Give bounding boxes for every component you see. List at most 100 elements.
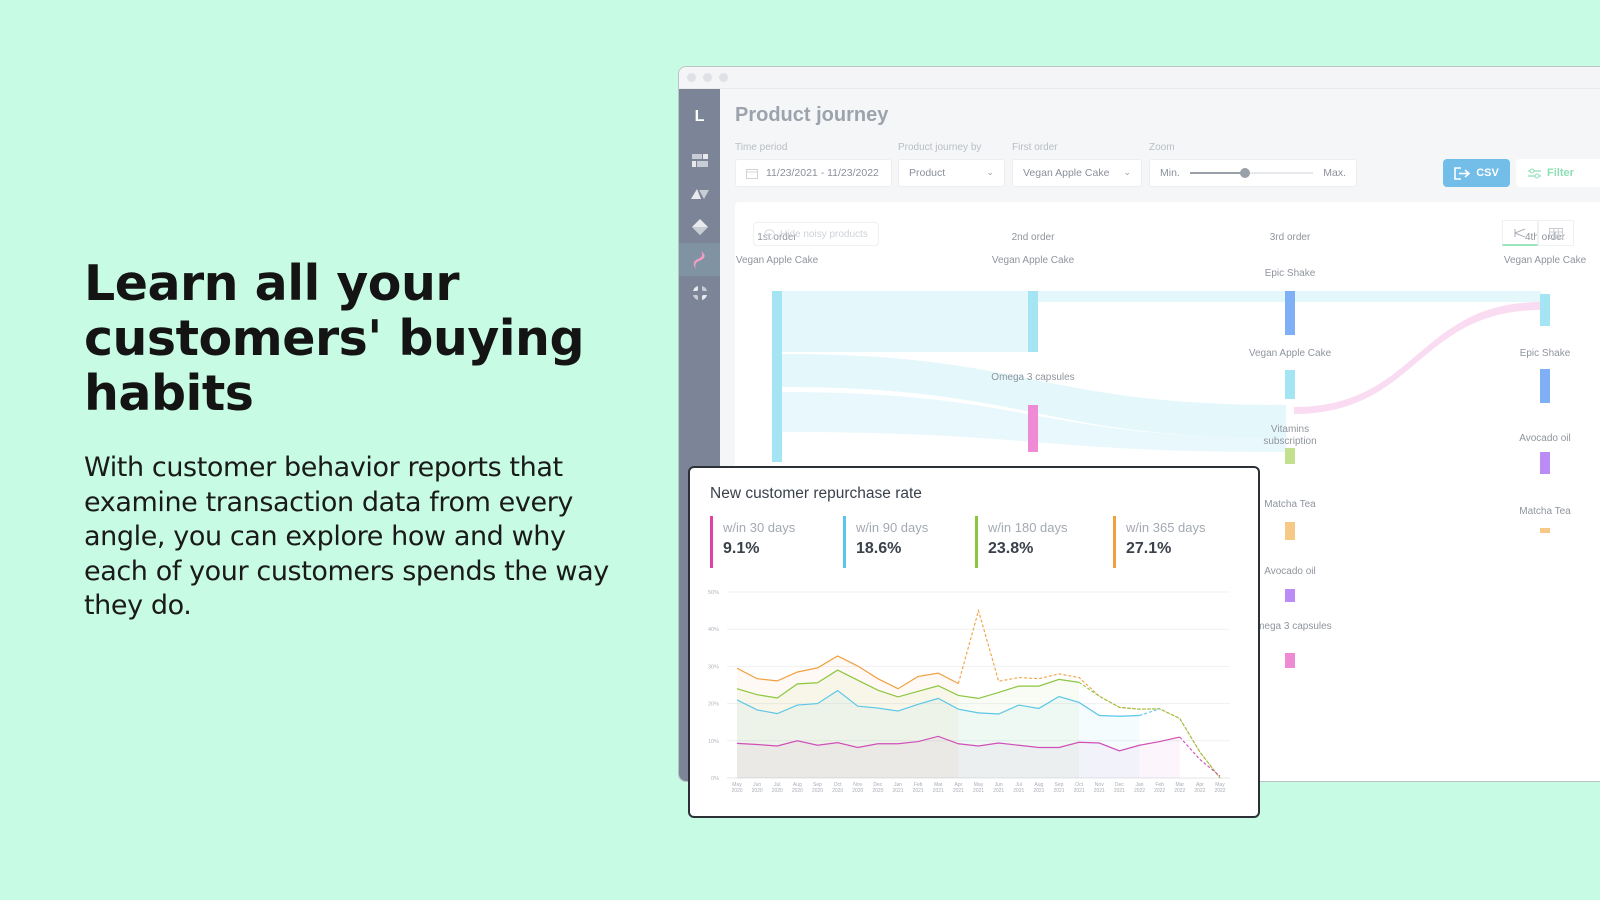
sankey-node[interactable] — [1028, 405, 1038, 452]
hero: Learn all your customers' buying habits … — [84, 256, 624, 624]
x-tick-label: 2021 — [1074, 788, 1085, 794]
filter-sliders-icon — [1528, 168, 1541, 178]
sankey-node-label: Omega 3 capsules — [991, 372, 1075, 383]
sankey-node[interactable] — [1285, 370, 1295, 399]
sankey-node[interactable] — [1285, 653, 1295, 668]
sankey-flow[interactable] — [781, 291, 1029, 352]
minus-circle-icon — [764, 228, 775, 240]
x-tick-label: 2021 — [993, 788, 1004, 794]
window-titlebar — [679, 67, 1600, 89]
journey-by-label: Product journey by — [898, 142, 982, 153]
journey-by-select[interactable]: Product ⌄ — [898, 159, 1005, 187]
sankey-node[interactable] — [1285, 291, 1295, 335]
sankey-node-label: Matcha Tea — [1519, 506, 1571, 517]
sankey-node-label: Vegan Apple Cake — [735, 255, 819, 266]
x-tick-label: 2020 — [852, 788, 863, 794]
table-icon — [1549, 227, 1563, 239]
calendar-icon — [746, 168, 758, 179]
y-tick-label: 50% — [708, 590, 719, 596]
sankey-node[interactable] — [772, 291, 782, 462]
x-tick-label: 2021 — [933, 788, 944, 794]
x-tick-label: 2021 — [1114, 788, 1125, 794]
sankey-node[interactable] — [1285, 522, 1295, 540]
sidebar-item-products[interactable] — [679, 210, 720, 243]
sankey-node-label: Epic Shake — [1264, 268, 1316, 279]
time-period-picker[interactable]: 11/23/2021 - 11/23/2022 — [735, 159, 892, 187]
journey-icon — [693, 250, 705, 269]
card-title: New customer repurchase rate — [710, 485, 922, 502]
hero-title: Learn all your customers' buying habits — [84, 255, 585, 422]
flow-icon — [1514, 228, 1526, 237]
sankey-node[interactable] — [1540, 528, 1550, 533]
metric-label: w/in 30 days — [723, 520, 796, 535]
sankey-column-label: 2nd order — [1011, 232, 1055, 243]
first-order-select[interactable]: Vegan Apple Cake ⌄ — [1012, 159, 1142, 187]
metric-value: 23.8% — [988, 540, 1034, 557]
window-minimize-dot[interactable] — [703, 73, 712, 82]
zoom-slider[interactable] — [1189, 168, 1314, 178]
hide-noisy-label: Hide noisy products — [780, 228, 868, 240]
sankey-node[interactable] — [1540, 294, 1550, 326]
sankey-node[interactable] — [1285, 589, 1295, 602]
hide-noisy-products-button[interactable]: Hide noisy products — [753, 222, 879, 246]
csv-export-button[interactable]: CSV — [1443, 159, 1510, 187]
filter-button-label: Filter — [1547, 167, 1574, 179]
x-tick-label: 2021 — [973, 788, 984, 794]
sankey-node[interactable] — [1028, 291, 1038, 352]
x-tick-label: 2020 — [812, 788, 823, 794]
dashboard-icon — [691, 153, 708, 167]
x-tick-label: 2020 — [872, 788, 883, 794]
sankey-column-label: 3rd order — [1269, 232, 1311, 243]
metric-value: 18.6% — [856, 540, 902, 557]
x-tick-label: 2022 — [1194, 788, 1205, 794]
zoom-min-label: Min. — [1160, 167, 1180, 179]
zoom-slider-thumb[interactable] — [1240, 168, 1251, 178]
repurchase-line-chart: 0%10%20%30%40%50%May2020Jun2020Jul2020Au… — [708, 590, 1230, 794]
app-logo[interactable]: L — [679, 108, 720, 130]
sankey-view-tab[interactable] — [1502, 220, 1538, 246]
sidebar-item-dashboard[interactable] — [679, 144, 720, 177]
x-tick-label: 2020 — [792, 788, 803, 794]
segments-icon — [690, 188, 709, 199]
sidebar-item-segments[interactable] — [679, 177, 720, 210]
sankey-node-label: Vegan Apple Cake — [1503, 255, 1587, 266]
y-tick-label: 40% — [708, 627, 719, 633]
metric-value: 9.1% — [723, 540, 760, 557]
x-tick-label: 2022 — [1134, 788, 1145, 794]
x-tick-label: 2022 — [1154, 788, 1165, 794]
sankey-node-label: Avocado oil — [1519, 433, 1571, 444]
chevron-down-icon: ⌄ — [1123, 167, 1131, 177]
filter-button[interactable]: Filter — [1516, 159, 1600, 187]
export-icon — [1454, 166, 1471, 180]
x-tick-label: 2022 — [1214, 788, 1225, 794]
hero-body: With customer behavior reports that exam… — [84, 452, 609, 621]
metric-180-days: w/in 180 days 23.8% — [975, 516, 1068, 568]
table-view-tab[interactable] — [1538, 220, 1574, 246]
x-tick-label: 2020 — [752, 788, 763, 794]
sidebar-item-product-journey[interactable] — [679, 243, 720, 276]
x-tick-label: 2021 — [1053, 788, 1064, 794]
x-tick-label: 2021 — [1094, 788, 1105, 794]
sidebar-item-retention[interactable] — [679, 276, 720, 309]
y-tick-label: 10% — [708, 739, 719, 745]
x-tick-label: 2020 — [772, 788, 783, 794]
page-title: Product journey — [735, 104, 889, 126]
x-tick-label: 2021 — [1013, 788, 1024, 794]
x-tick-label: 2020 — [832, 788, 843, 794]
sankey-node-label: Vitamins subscription — [1263, 424, 1317, 447]
chevron-down-icon: ⌄ — [986, 167, 994, 177]
diamond-icon — [691, 218, 708, 235]
first-order-label: First order — [1012, 142, 1058, 153]
sankey-node[interactable] — [1540, 369, 1550, 403]
sankey-node[interactable] — [1540, 452, 1550, 474]
sankey-node[interactable] — [1285, 448, 1295, 464]
sankey-node-label: Epic Shake — [1519, 348, 1571, 359]
series-line-projected[interactable] — [1139, 708, 1160, 717]
csv-button-label: CSV — [1476, 167, 1499, 179]
first-order-value: Vegan Apple Cake — [1023, 167, 1110, 179]
time-period-value: 11/23/2021 - 11/23/2022 — [766, 167, 879, 179]
metric-label: w/in 365 days — [1126, 520, 1206, 535]
metric-label: w/in 180 days — [988, 520, 1068, 535]
window-maximize-dot[interactable] — [719, 73, 728, 82]
window-close-dot[interactable] — [687, 73, 696, 82]
